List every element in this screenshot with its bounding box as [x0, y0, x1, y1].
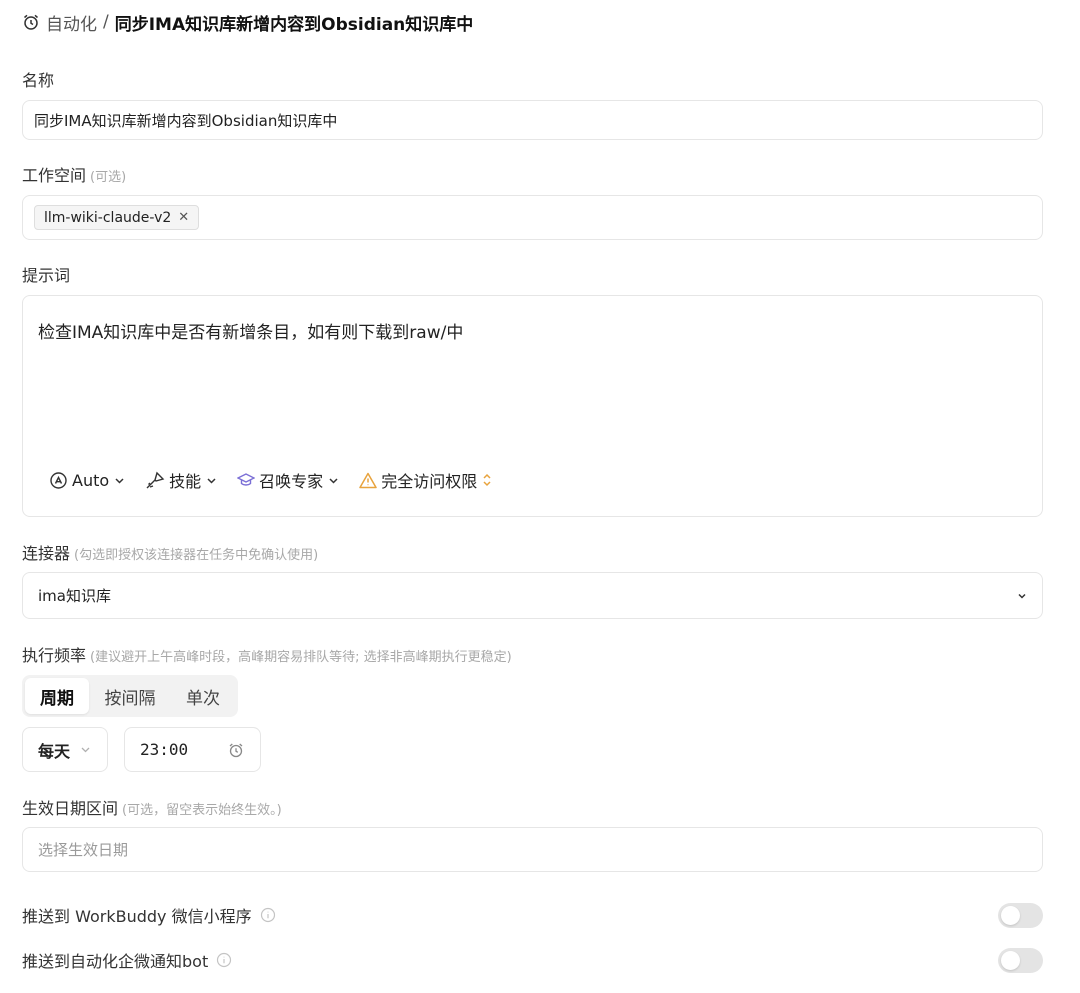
push-bot-toggle[interactable] [998, 947, 1043, 973]
workspace-label: 工作空间 (可选) [22, 166, 127, 185]
connector-hint: (勾选即授权该连接器在任务中免确认使用) [74, 548, 319, 563]
push-wechat-label: 推送到 WorkBuddy 微信小程序 [22, 903, 276, 927]
chevron-down-icon [207, 477, 216, 484]
frequency-tabs: 周期 按间隔 单次 [22, 675, 238, 717]
workspace-tag: llm-wiki-claude-v2 ✕ [34, 205, 200, 230]
frequency-label: 执行频率 (建议避开上午高峰时段，高峰期容易排队等待; 选择非高峰期执行更稳定) [22, 646, 512, 665]
push-wechat-toggle[interactable] [998, 902, 1043, 928]
toggle-knob [1001, 950, 1020, 970]
skills-label: 技能 [169, 472, 202, 491]
page-title: 同步IMA知识库新增内容到Obsidian知识库中 [114, 14, 474, 35]
tab-once[interactable]: 单次 [171, 678, 235, 714]
info-icon[interactable] [216, 952, 232, 968]
workspace-hint: (可选) [90, 170, 127, 185]
prompt-editor[interactable]: 检查IMA知识库中是否有新增条目，如有则下载到raw/中 Auto 技能 召唤专… [22, 295, 1043, 517]
push-bot-row: 推送到自动化企微通知bot [22, 947, 1043, 973]
connector-value: ima知识库 [38, 587, 111, 605]
breadcrumb: 自动化 / 同步IMA知识库新增内容到Obsidian知识库中 [22, 8, 473, 36]
prompt-label: 提示词 [22, 266, 71, 285]
breadcrumb-root[interactable]: 自动化 [46, 10, 97, 35]
name-input[interactable]: 同步IMA知识库新增内容到Obsidian知识库中 [22, 100, 1043, 140]
connector-select[interactable]: ima知识库 [22, 572, 1043, 619]
model-selector[interactable]: Auto [49, 471, 125, 490]
alarm-clock-icon [229, 743, 243, 757]
chevron-up-down-icon [483, 473, 491, 487]
workspace-select[interactable]: llm-wiki-claude-v2 ✕ [22, 195, 1043, 240]
connector-label: 连接器 (勾选即授权该连接器在任务中免确认使用) [22, 544, 319, 563]
push-wechat-row: 推送到 WorkBuddy 微信小程序 [22, 902, 1043, 928]
chevron-down-icon [115, 477, 124, 484]
workspace-tag-label: llm-wiki-claude-v2 [44, 209, 172, 226]
period-select[interactable]: 每天 [22, 727, 108, 772]
breadcrumb-separator: / [103, 12, 109, 32]
auto-model-icon [50, 471, 67, 489]
time-picker[interactable]: 23:00 [124, 727, 261, 772]
frequency-hint: (建议避开上午高峰时段，高峰期容易排队等待; 选择非高峰期执行更稳定) [90, 650, 512, 665]
prompt-toolbar: Auto 技能 召唤专家 完全访问权限 [49, 467, 512, 493]
chevron-down-icon [81, 747, 90, 753]
graduation-cap-icon [237, 473, 256, 486]
prompt-text[interactable]: 检查IMA知识库中是否有新增条目，如有则下载到raw/中 [38, 318, 463, 343]
chevron-down-icon [329, 477, 338, 484]
date-range-hint: (可选，留空表示始终生效。) [122, 803, 282, 818]
warning-icon [359, 472, 377, 488]
name-label: 名称 [22, 71, 55, 90]
model-label: Auto [72, 470, 110, 490]
skills-selector[interactable]: 技能 [145, 468, 217, 492]
toggle-knob [1001, 905, 1020, 925]
remove-tag-icon[interactable]: ✕ [178, 210, 189, 225]
period-value: 每天 [38, 741, 71, 761]
expert-selector[interactable]: 召唤专家 [237, 468, 339, 492]
access-label: 完全访问权限 [381, 472, 478, 491]
expert-label: 召唤专家 [259, 472, 324, 491]
time-value: 23:00 [140, 740, 189, 759]
tab-period[interactable]: 周期 [25, 678, 89, 714]
skills-icon [146, 471, 165, 488]
chevron-down-icon [1018, 593, 1026, 599]
info-icon[interactable] [260, 907, 276, 923]
alarm-clock-icon [22, 13, 40, 31]
tab-interval[interactable]: 按间隔 [89, 678, 171, 714]
date-range-picker[interactable]: 选择生效日期 [22, 827, 1043, 872]
date-range-label: 生效日期区间 (可选，留空表示始终生效。) [22, 799, 282, 818]
access-selector[interactable]: 完全访问权限 [359, 468, 492, 492]
push-bot-label: 推送到自动化企微通知bot [22, 948, 232, 972]
